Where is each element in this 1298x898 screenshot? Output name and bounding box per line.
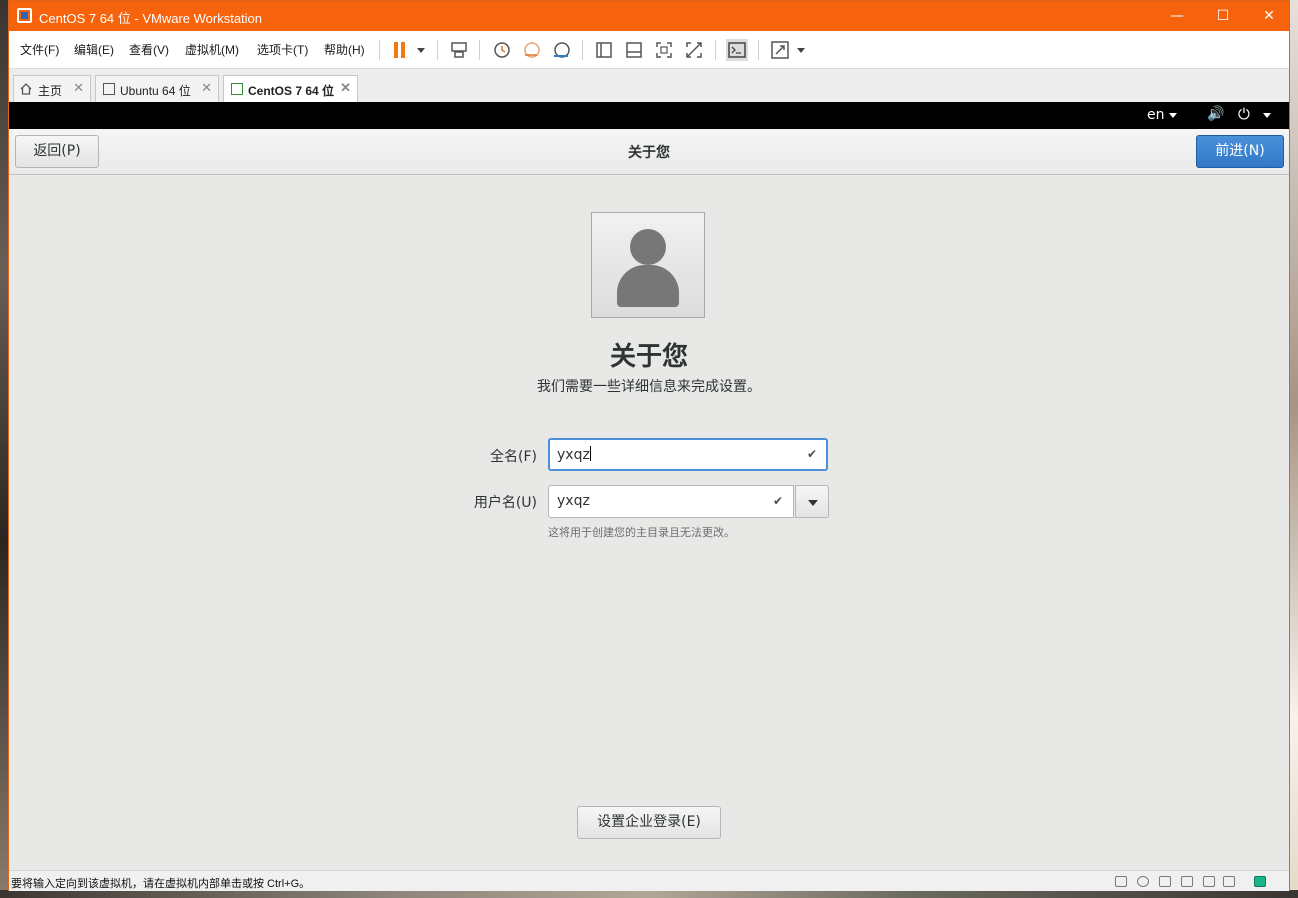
desktop-background bbox=[0, 0, 8, 898]
toolbar-separator bbox=[437, 40, 438, 60]
status-message: 要将输入定向到该虚拟机，请在虚拟机内部单击或按 Ctrl+G。 bbox=[11, 878, 311, 890]
tab-ubuntu[interactable]: Ubuntu 64 位 ✕ bbox=[95, 75, 219, 102]
username-field[interactable]: yxqz ✔ bbox=[548, 485, 829, 518]
close-tab-icon[interactable]: ✕ bbox=[73, 80, 84, 96]
cd-dvd-icon[interactable] bbox=[1137, 876, 1149, 887]
minimize-button[interactable]: — bbox=[1154, 1, 1200, 31]
full-name-field[interactable]: yxqz ✔ bbox=[548, 438, 828, 471]
menu-vm[interactable]: 虚拟机(M) bbox=[185, 41, 239, 58]
console-view-icon[interactable] bbox=[726, 39, 748, 61]
power-menu-caret-icon[interactable] bbox=[1263, 113, 1271, 118]
send-ctrl-alt-del-icon[interactable] bbox=[448, 39, 470, 61]
thumbnail-bar-icon[interactable] bbox=[623, 39, 645, 61]
toolbar-separator bbox=[715, 40, 716, 60]
tab-centos[interactable]: CentOS 7 64 位 ✕ bbox=[223, 75, 358, 102]
status-bar: 要将输入定向到该虚拟机，请在虚拟机内部单击或按 Ctrl+G。 bbox=[9, 870, 1289, 891]
unity-mode-icon[interactable] bbox=[683, 39, 705, 61]
username-value: yxqz bbox=[557, 493, 590, 509]
desktop-background-right bbox=[1289, 0, 1298, 898]
stretch-view-icon[interactable] bbox=[769, 39, 791, 61]
installer-header: 返回(P) 关于您 前进(N) bbox=[9, 129, 1289, 175]
username-dropdown-button[interactable] bbox=[795, 485, 829, 518]
title-bar[interactable]: CentOS 7 64 位 - VMware Workstation — ☐ ✕ bbox=[9, 1, 1289, 31]
maximize-button[interactable]: ☐ bbox=[1200, 1, 1246, 31]
revert-snapshot-icon[interactable] bbox=[520, 39, 542, 61]
show-library-icon[interactable] bbox=[593, 39, 615, 61]
home-icon bbox=[20, 83, 32, 95]
full-screen-icon[interactable] bbox=[653, 39, 675, 61]
toolbar-separator bbox=[479, 40, 480, 60]
camera-icon[interactable] bbox=[1223, 876, 1235, 887]
vmware-window: CentOS 7 64 位 - VMware Workstation — ☐ ✕… bbox=[8, 0, 1290, 891]
header-title: 关于您 bbox=[628, 145, 670, 161]
power-icon[interactable]: ⏻ bbox=[1238, 105, 1250, 123]
snapshot-manager-icon[interactable] bbox=[550, 39, 572, 61]
view-dropdown-caret-icon[interactable] bbox=[797, 48, 805, 53]
language-caret-icon[interactable] bbox=[1169, 113, 1177, 118]
text-cursor bbox=[589, 446, 591, 461]
enterprise-login-button[interactable]: 设置企业登录(E) bbox=[577, 806, 721, 839]
close-button[interactable]: ✕ bbox=[1246, 1, 1292, 31]
user-avatar-icon bbox=[630, 229, 666, 265]
snapshot-icon[interactable] bbox=[490, 39, 512, 61]
page-subtitle: 我们需要一些详细信息来完成设置。 bbox=[537, 379, 761, 395]
sound-card-icon[interactable] bbox=[1203, 876, 1215, 887]
guest-top-panel: en 🔊 ⏻ bbox=[9, 102, 1289, 129]
power-dropdown-caret-icon[interactable] bbox=[417, 48, 425, 53]
username-label: 用户名(U) bbox=[473, 495, 537, 511]
tab-home[interactable]: 主页 ✕ bbox=[13, 75, 91, 102]
volume-icon[interactable]: 🔊 bbox=[1207, 106, 1224, 122]
taskbar-strip bbox=[0, 890, 1298, 898]
page-title: 关于您 bbox=[609, 342, 688, 372]
check-icon: ✔ bbox=[807, 447, 818, 461]
menu-view[interactable]: 查看(V) bbox=[129, 41, 169, 58]
vm-running-icon bbox=[231, 83, 243, 95]
close-tab-icon[interactable]: ✕ bbox=[340, 80, 351, 96]
toolbar-separator bbox=[582, 40, 583, 60]
window-title: CentOS 7 64 位 - VMware Workstation bbox=[39, 11, 263, 26]
tab-home-label: 主页 bbox=[38, 84, 63, 98]
toolbar-separator bbox=[758, 40, 759, 60]
pause-icon[interactable] bbox=[390, 39, 412, 61]
menu-tabs[interactable]: 选项卡(T) bbox=[257, 41, 308, 58]
menu-file[interactable]: 文件(F) bbox=[20, 41, 59, 58]
message-log-icon[interactable] bbox=[1254, 876, 1266, 887]
tab-ubuntu-label: Ubuntu 64 位 bbox=[120, 84, 191, 98]
user-avatar-body bbox=[617, 265, 679, 307]
tab-centos-label: CentOS 7 64 位 bbox=[248, 84, 335, 98]
next-button[interactable]: 前进(N) bbox=[1196, 135, 1284, 168]
vm-icon bbox=[103, 83, 115, 95]
menu-edit[interactable]: 编辑(E) bbox=[74, 41, 114, 58]
menu-help[interactable]: 帮助(H) bbox=[324, 41, 365, 58]
printer-icon[interactable] bbox=[1181, 876, 1193, 887]
full-name-value: yxqz bbox=[557, 446, 591, 463]
menu-bar: 文件(F) 编辑(E) 查看(V) 虚拟机(M) 选项卡(T) 帮助(H) bbox=[9, 31, 1289, 69]
hard-disk-icon[interactable] bbox=[1115, 876, 1127, 887]
network-adapter-icon[interactable] bbox=[1159, 876, 1171, 887]
close-tab-icon[interactable]: ✕ bbox=[201, 80, 212, 96]
language-selector[interactable]: en bbox=[1147, 107, 1165, 123]
tab-bar: 主页 ✕ Ubuntu 64 位 ✕ CentOS 7 64 位 ✕ bbox=[9, 69, 1289, 102]
avatar-picker[interactable] bbox=[591, 212, 705, 318]
check-icon: ✔ bbox=[773, 494, 784, 508]
toolbar-separator bbox=[379, 40, 380, 60]
about-you-page: 关于您 我们需要一些详细信息来完成设置。 全名(F) yxqz ✔ 用户名(U)… bbox=[9, 176, 1289, 870]
full-name-label: 全名(F) bbox=[490, 449, 537, 465]
vmware-logo-icon bbox=[17, 8, 32, 23]
username-hint: 这将用于创建您的主目录且无法更改。 bbox=[548, 526, 735, 539]
